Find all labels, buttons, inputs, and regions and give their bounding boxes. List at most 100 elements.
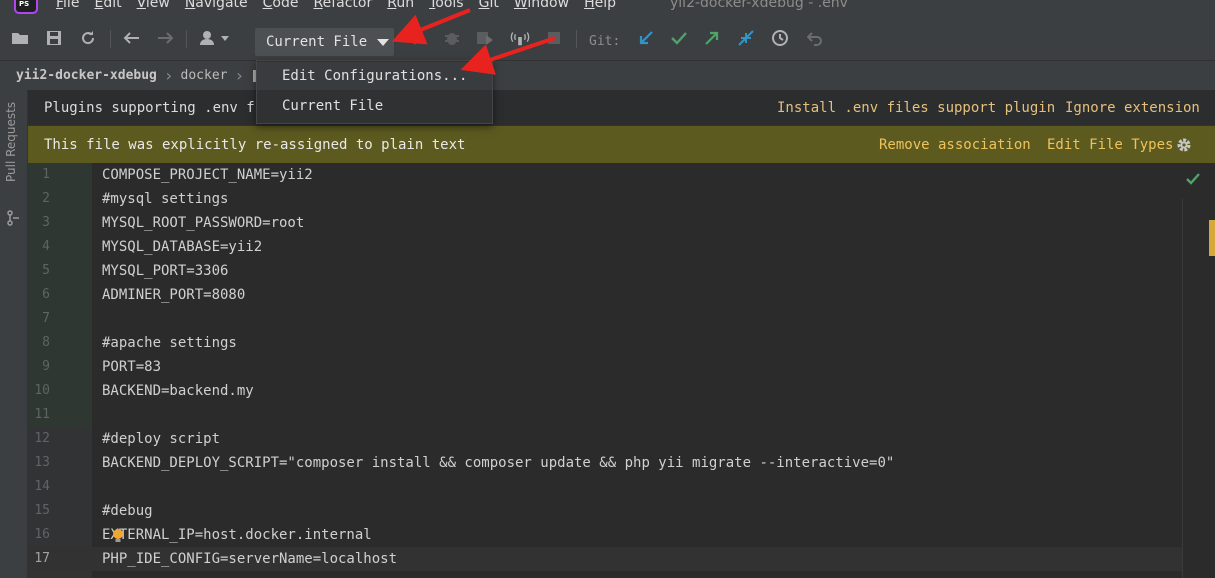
line-text[interactable]: MYSQL_ROOT_PASSWORD=root [102,211,304,235]
breadcrumb-folder[interactable]: docker [181,68,228,83]
editor-line[interactable]: 13 BACKEND_DEPLOY_SCRIPT="composer instal… [28,451,1182,475]
sync-icon[interactable] [78,28,98,48]
debug-icon[interactable] [442,28,462,48]
run-icon[interactable] [409,28,429,48]
editor-line[interactable]: 11 [28,403,1182,427]
editor-line[interactable]: 10 BACKEND=backend.my [28,379,1182,403]
menu-navigate[interactable]: Navigate [185,0,248,11]
ignore-extension-link[interactable]: Ignore extension [1065,100,1200,116]
editor-line[interactable]: 14 [28,475,1182,499]
run-configuration-selector[interactable]: Current File [255,28,394,56]
line-text[interactable]: EXTERNAL_IP=host.docker.internal [102,523,372,547]
menu-git[interactable]: Git [479,0,499,11]
line-number: 10 [34,383,50,398]
menu-help[interactable]: Help [584,0,616,11]
line-text[interactable]: #deploy script [102,427,220,451]
editor-line[interactable]: 8 #apache settings [28,331,1182,355]
menu-edit[interactable]: Edit [94,0,121,11]
menu-tools[interactable]: Tools [429,0,464,11]
line-text[interactable]: MYSQL_DATABASE=yii2 [102,235,262,259]
line-text[interactable]: PORT=83 [102,355,161,379]
breadcrumb: yii2-docker-xdebug › docker › [0,60,1215,90]
history-clock-icon[interactable] [770,28,790,48]
line-text[interactable]: #apache settings [102,331,237,355]
phpstorm-logo-icon: PS [16,0,36,12]
pull-requests-tab[interactable]: Pull Requests [4,102,18,220]
menu-item-edit-configurations[interactable]: Edit Configurations... [257,62,492,90]
line-number: 13 [34,455,50,470]
line-number: 9 [42,359,50,374]
save-all-icon[interactable] [44,28,64,48]
run-configuration-dropdown: Edit Configurations... Current File [256,60,493,124]
plugin-suggestion-banner: Plugins supporting .env fi Install .env … [28,90,1215,126]
line-number: 8 [42,335,50,350]
left-tool-strip: Pull Requests [0,90,28,578]
plain-text-banner-message: This file was explicitly re-assigned to … [44,137,466,153]
user-dropdown-icon[interactable] [198,28,232,48]
line-text[interactable]: BACKEND=backend.my [102,379,254,403]
editor-line[interactable]: 17 PHP_IDE_CONFIG=serverName=localhost [28,547,1182,571]
listen-debug-connections-icon[interactable] [510,28,530,48]
editor-line[interactable]: 9 PORT=83 [28,355,1182,379]
forward-arrow-icon[interactable] [156,28,176,48]
editor-line[interactable]: 7 [28,307,1182,331]
line-number: 7 [42,311,50,326]
chevron-down-icon [377,38,390,46]
breadcrumb-separator-icon: › [234,66,245,85]
line-text[interactable]: #debug [102,499,153,523]
inspection-ok-check-icon[interactable] [1185,171,1201,187]
editor-line[interactable]: 12 #deploy script [28,427,1182,451]
line-text[interactable]: #mysql settings [102,187,228,211]
menu-view[interactable]: View [137,0,170,11]
git-commit-check-icon[interactable] [669,28,689,48]
menu-run[interactable]: Run [387,0,414,11]
line-number: 5 [42,263,50,278]
gear-icon[interactable] [1175,136,1193,154]
editor-line[interactable]: 15 #debug [28,499,1182,523]
edit-file-types-link[interactable]: Edit File Types [1047,137,1173,153]
git-merge-icon[interactable] [736,28,756,48]
line-number: 11 [34,407,50,422]
menu-bar: PS File Edit View Navigate Code Refactor Run To… [0,0,1215,14]
line-text[interactable]: BACKEND_DEPLOY_SCRIPT="composer install … [102,451,894,475]
line-text[interactable]: MYSQL_PORT=3306 [102,259,228,283]
editor-line[interactable]: 5 MYSQL_PORT=3306 [28,259,1182,283]
run-with-coverage-icon[interactable] [475,28,495,48]
pull-request-icon[interactable] [7,210,21,226]
line-text[interactable]: COMPOSE_PROJECT_NAME=yii2 [102,163,313,187]
git-update-icon[interactable] [636,28,656,48]
menu-file[interactable]: File [56,0,79,11]
scrollbar-marker[interactable] [1209,220,1215,256]
line-number: 17 [34,551,50,566]
editor-line[interactable]: 16 EXTERNAL_IP=host.docker.internal [28,523,1182,547]
git-label: Git: [589,34,621,49]
open-folder-icon[interactable] [10,28,30,48]
line-number: 14 [34,479,50,494]
stop-icon[interactable] [544,28,564,48]
editor-line[interactable]: 2 #mysql settings [28,187,1182,211]
editor-line[interactable]: 3 MYSQL_ROOT_PASSWORD=root [28,211,1182,235]
line-text[interactable]: ADMINER_PORT=8080 [102,283,245,307]
menu-window[interactable]: Window [514,0,569,11]
breadcrumb-separator-icon: › [163,66,174,85]
editor-line[interactable]: 6 ADMINER_PORT=8080 [28,283,1182,307]
menu-refactor[interactable]: Refactor [313,0,372,11]
main-toolbar: Current File Git: [0,14,1215,60]
editor-line[interactable]: 1 COMPOSE_PROJECT_NAME=yii2 [28,163,1182,187]
menu-item-current-file[interactable]: Current File [257,92,492,120]
breadcrumb-project[interactable]: yii2-docker-xdebug [16,68,157,83]
line-number: 16 [34,527,50,542]
editor-line[interactable]: 4 MYSQL_DATABASE=yii2 [28,235,1182,259]
line-number: 15 [34,503,50,518]
line-text[interactable]: PHP_IDE_CONFIG=serverName=localhost [102,547,397,571]
install-plugin-link[interactable]: Install .env files support plugin [777,100,1055,116]
git-push-icon[interactable] [702,28,722,48]
code-editor[interactable]: 1 COMPOSE_PROJECT_NAME=yii2 2 #mysql settin… [28,163,1215,578]
lightbulb-icon[interactable] [112,529,124,543]
rollback-icon[interactable] [805,28,825,48]
back-arrow-icon[interactable] [121,28,141,48]
plain-text-banner: This file was explicitly re-assigned to … [28,126,1215,163]
remove-association-link[interactable]: Remove association [879,137,1031,153]
menu-code[interactable]: Code [263,0,299,11]
main-menu: File Edit View Navigate Code Refactor Run Tools… [56,0,631,11]
